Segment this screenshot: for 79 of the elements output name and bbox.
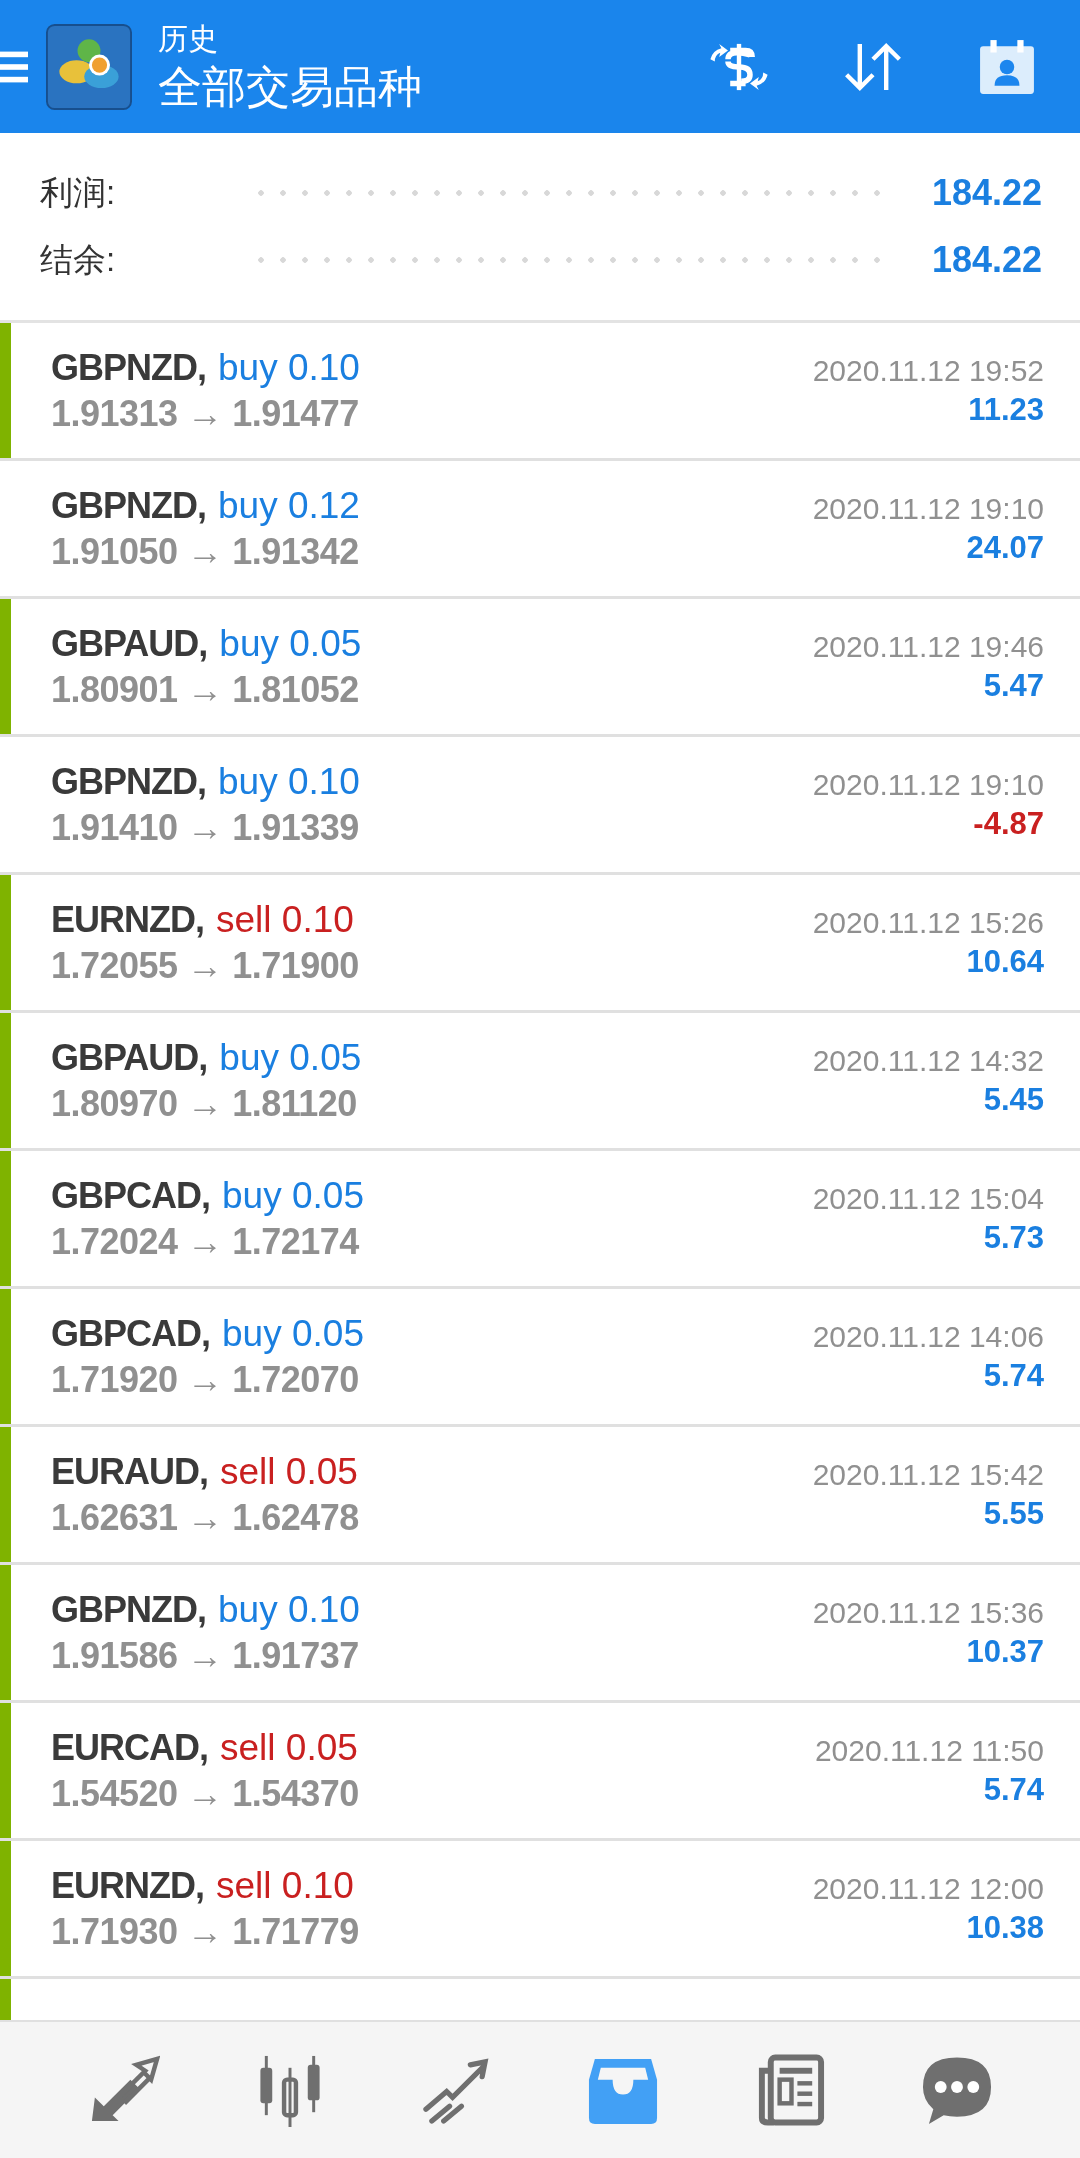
summary-value: 184.22 [931, 239, 1042, 281]
trade-profit: 10.64 [966, 943, 1044, 980]
trade-prices: 1.91050 → 1.91342 [51, 530, 360, 573]
trade-time: 2020.11.12 19:52 [812, 353, 1044, 388]
trade-symbol: GBPNZD, [51, 484, 206, 527]
trade-profit: 10.38 [966, 1909, 1044, 1946]
trade-prices: 1.72055 → 1.71900 [51, 944, 359, 987]
trade-time: 2020.11.12 19:10 [812, 767, 1044, 802]
trade-time: 2020.11.12 11:50 [814, 1733, 1044, 1768]
summary-value: 184.22 [931, 172, 1042, 214]
trade-time: 2020.11.12 15:36 [812, 1595, 1044, 1630]
trade-time: 2020.11.12 15:42 [812, 1457, 1044, 1492]
trade-row[interactable]: EURNZD, sell 0.10 1.72055 → 1.71900 2020.11.12 15:26 10.64 [0, 875, 1080, 1013]
trade-row[interactable]: GBPNZD, buy 0.10 1.91410 → 1.91339 2020.11.12 19:10 -4.87 [0, 737, 1080, 875]
trade-symbol: GBPCAD, [51, 1312, 210, 1355]
trade-row[interactable]: EURAUD, sell 0.05 1.62631 → 1.62478 2020.11.12 15:42 5.55 [0, 1427, 1080, 1565]
summary-label: 利润: [40, 172, 117, 213]
trade-profit: 5.47 [983, 667, 1044, 704]
trade-row[interactable]: GBPNZD, buy 0.10 1.91586 → 1.91737 2020.11.12 15:36 10.37 [0, 1565, 1080, 1703]
trade-type: buy 0.10 [218, 760, 360, 803]
trade-symbol: EURAUD, [51, 1450, 208, 1493]
trade-prices: 1.72024 → 1.72174 [51, 1220, 360, 1263]
screen-title: 历史 [158, 20, 219, 57]
trade-row[interactable]: GBPAUD, buy 0.05 1.80970 → 1.81120 2020.11.12 14:32 5.45 [0, 1013, 1080, 1151]
trade-row[interactable]: GBPCAD, buy 0.05 1.72024 → 1.72174 2020.11.12 15:04 5.73 [0, 1151, 1080, 1289]
trade-profit: 5.74 [983, 1771, 1044, 1808]
symbol-filter-title[interactable]: 全部交易品种 [158, 58, 422, 115]
trade-type: buy 0.05 [222, 1174, 364, 1217]
trade-profit: 5.73 [983, 1219, 1044, 1256]
trade-type: sell 0.10 [216, 1864, 354, 1907]
trade-symbol: GBPAUD, [51, 1036, 208, 1079]
summary-label: 结余: [40, 239, 117, 280]
trade-profit: 24.07 [966, 529, 1044, 566]
trade-type: buy 0.10 [218, 1588, 360, 1631]
trade-row[interactable]: EURNZD, sell 0.10 1.71930 → 1.71779 2020.11.12 12:00 10.38 [0, 1841, 1080, 1979]
trade-symbol: EURCAD, [51, 1726, 208, 1769]
trade-row[interactable]: GBPNZD, buy 0.12 1.91050 → 1.91342 2020.11.12 19:10 24.07 [0, 461, 1080, 599]
trade-row[interactable]: GBPCAD, buy 0.05 1.71920 → 1.72070 2020.11.12 14:06 5.74 [0, 1289, 1080, 1427]
trade-prices: 1.91586 → 1.91737 [51, 1634, 360, 1677]
trade-type: sell 0.05 [220, 1726, 358, 1769]
trade-time: 2020.11.12 12:00 [812, 1871, 1044, 1906]
trade-time: 2020.11.12 14:06 [812, 1319, 1044, 1354]
trade-type: buy 0.05 [219, 1036, 362, 1079]
trade-profit: 10.37 [966, 1633, 1044, 1670]
trade-time: 2020.11.12 19:46 [812, 629, 1044, 664]
trade-row[interactable]: GBPAUD, buy 0.05 1.80901 → 1.81052 2020.11.12 19:46 5.47 [0, 599, 1080, 737]
trade-time: 2020.11.12 15:04 [812, 1181, 1044, 1216]
trade-profit: 11.23 [968, 391, 1044, 428]
trade-type: buy 0.10 [218, 346, 360, 389]
trade-profit: -4.87 [973, 805, 1044, 842]
trade-time: 2020.11.12 19:10 [812, 491, 1044, 526]
trade-prices: 1.91410 → 1.91339 [51, 806, 360, 849]
trade-symbol: GBPNZD, [51, 346, 206, 389]
trade-row[interactable]: GBPNZD, buy 0.10 1.91313 → 1.91477 2020.11.12 19:52 11.23 [0, 323, 1080, 461]
trade-profit: 5.45 [983, 1081, 1044, 1118]
trade-symbol: EURNZD, [51, 898, 204, 941]
trade-prices: 1.71920 → 1.72070 [51, 1358, 360, 1401]
trade-symbol: GBPCAD, [51, 1174, 210, 1217]
trade-symbol: EURNZD, [51, 1864, 204, 1907]
trade-type: buy 0.12 [218, 484, 360, 527]
trade-prices: 1.80901 → 1.81052 [51, 668, 360, 711]
trade-symbol: GBPNZD, [51, 1588, 206, 1631]
trade-row[interactable]: EURCAD, sell 0.05 1.54520 → 1.54370 2020.11.12 11:50 5.74 [0, 1703, 1080, 1841]
trade-type: buy 0.05 [222, 1312, 364, 1355]
trade-prices: 1.80970 → 1.81120 [51, 1082, 358, 1125]
trade-type: sell 0.05 [220, 1450, 358, 1493]
trade-type: sell 0.10 [216, 898, 354, 941]
trade-time: 2020.11.12 14:32 [812, 1043, 1044, 1078]
trade-prices: 1.54520 → 1.54370 [51, 1772, 359, 1815]
app-logo-icon [46, 23, 132, 110]
trade-profit: 5.74 [983, 1357, 1044, 1394]
trade-time: 2020.11.12 15:26 [812, 905, 1044, 940]
trade-prices: 1.62631 → 1.62478 [51, 1496, 359, 1539]
trade-prices: 1.91313 → 1.91477 [51, 392, 360, 435]
trade-prices: 1.71930 → 1.71779 [51, 1910, 359, 1953]
trade-symbol: GBPAUD, [51, 622, 208, 665]
trade-symbol: GBPNZD, [51, 760, 206, 803]
trade-type: buy 0.05 [219, 622, 362, 665]
trade-profit: 5.55 [983, 1495, 1044, 1532]
